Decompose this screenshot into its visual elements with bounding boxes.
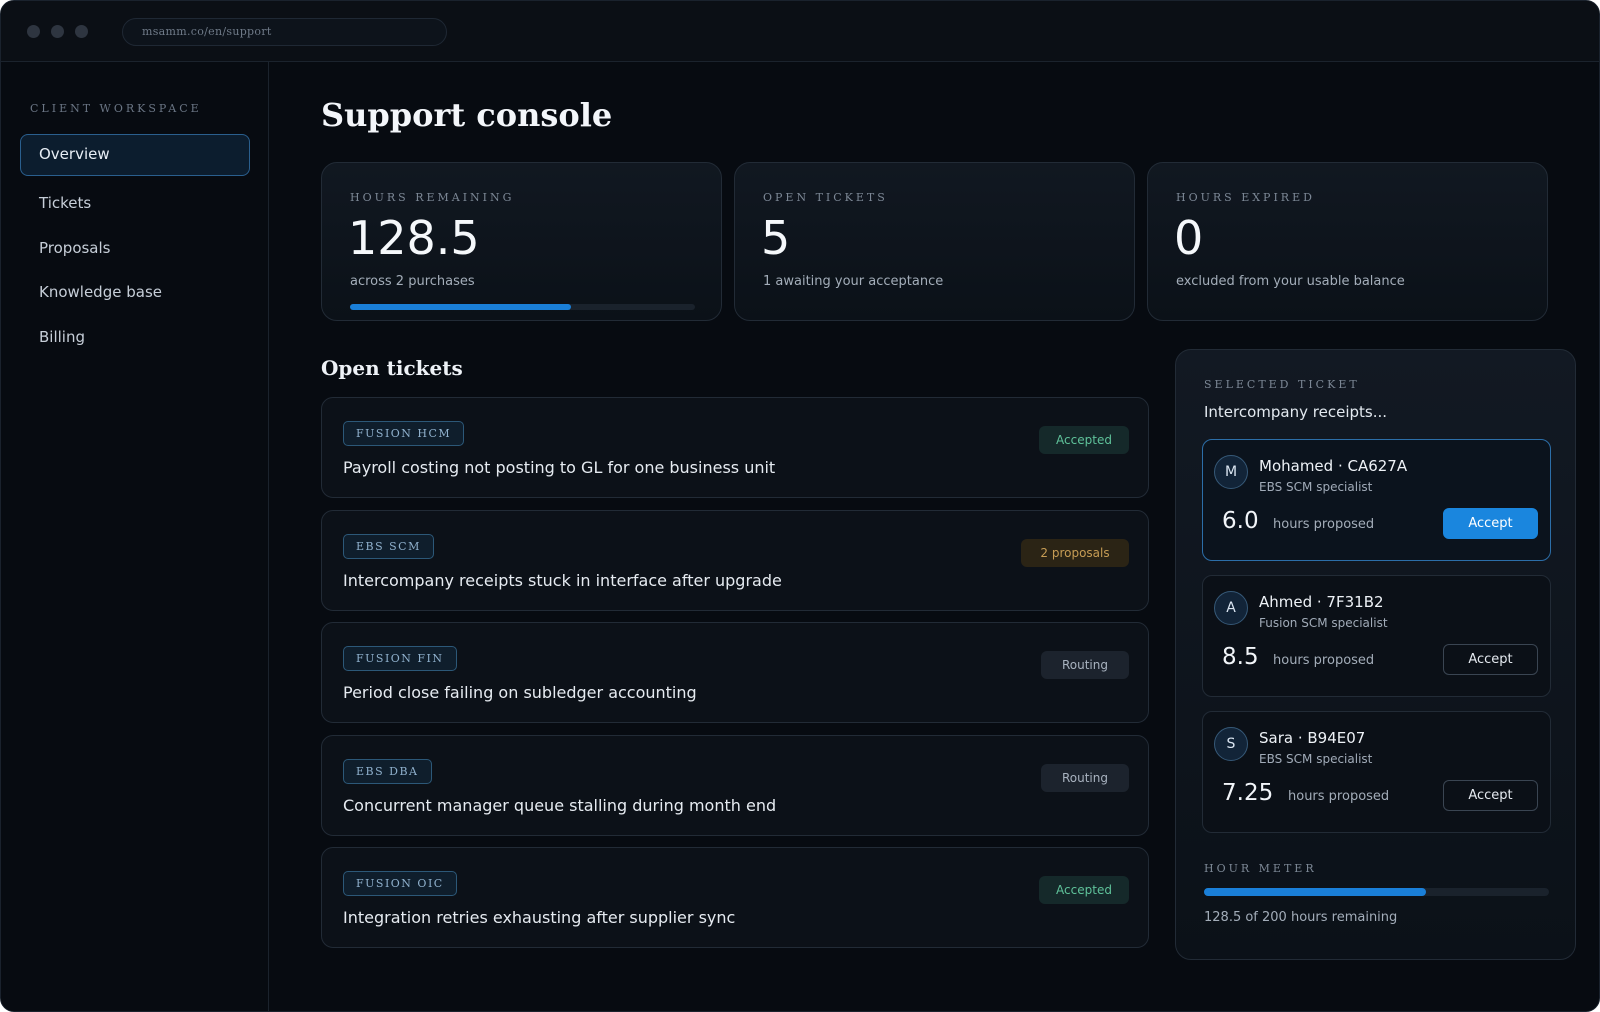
hour-meter-fill xyxy=(1204,888,1426,896)
hour-meter-text: 128.5 of 200 hours remaining xyxy=(1204,910,1398,925)
specialist-role: EBS SCM specialist xyxy=(1259,752,1373,766)
status-badge: Routing xyxy=(1041,651,1129,679)
url-bar[interactable]: msamm.co/en/support xyxy=(122,18,447,46)
ticket-product-tag: FUSION OIC xyxy=(343,871,457,896)
stat-card-open-tickets: OPEN TICKETS 5 1 awaiting your acceptanc… xyxy=(734,162,1135,321)
stat-value: 128.5 xyxy=(348,211,480,265)
ticket-card[interactable]: EBS DBA Concurrent manager queue stallin… xyxy=(321,735,1149,836)
panel-label: SELECTED TICKET xyxy=(1204,378,1360,391)
specialist-name: Mohamed · CA627A xyxy=(1259,457,1408,475)
accept-button[interactable]: Accept xyxy=(1443,644,1538,675)
stat-subtext: across 2 purchases xyxy=(350,274,475,289)
ticket-title: Period close failing on subledger accoun… xyxy=(343,683,697,702)
proposed-hours: 6.0 xyxy=(1222,508,1259,534)
app-window: msamm.co/en/support CLIENT WORKSPACE Ove… xyxy=(0,0,1600,1012)
ticket-product-tag: FUSION FIN xyxy=(343,646,457,671)
ticket-title: Intercompany receipts stuck in interface… xyxy=(343,571,782,590)
proposed-hours: 7.25 xyxy=(1222,780,1274,806)
window-close-dot[interactable] xyxy=(27,25,40,38)
status-badge: 2 proposals xyxy=(1021,539,1129,567)
stat-label: OPEN TICKETS xyxy=(763,191,888,204)
sidebar-item-billing[interactable]: Billing xyxy=(20,317,250,359)
sidebar-heading: CLIENT WORKSPACE xyxy=(30,102,202,115)
accept-button[interactable]: Accept xyxy=(1443,780,1538,811)
hours-progress-fill xyxy=(350,304,571,310)
proposed-hours-label: hours proposed xyxy=(1288,789,1390,804)
sidebar-item-proposals[interactable]: Proposals xyxy=(20,228,250,270)
avatar: A xyxy=(1214,591,1248,625)
ticket-card[interactable]: FUSION FIN Period close failing on suble… xyxy=(321,622,1149,723)
stat-value: 5 xyxy=(761,211,791,265)
sidebar: CLIENT WORKSPACE Overview Tickets Propos… xyxy=(1,62,269,1011)
avatar: M xyxy=(1214,455,1248,489)
hours-progress-bar xyxy=(350,304,695,310)
sidebar-item-knowledge-base[interactable]: Knowledge base xyxy=(20,272,250,314)
stat-card-hours-expired: HOURS EXPIRED 0 excluded from your usabl… xyxy=(1147,162,1548,321)
ticket-title: Integration retries exhausting after sup… xyxy=(343,908,736,927)
ticket-product-tag: EBS DBA xyxy=(343,759,432,784)
main-content: Support console HOURS REMAINING 128.5 ac… xyxy=(269,62,1599,1011)
sidebar-item-overview[interactable]: Overview xyxy=(20,134,250,176)
stat-card-hours-remaining: HOURS REMAINING 128.5 across 2 purchases xyxy=(321,162,722,321)
ticket-card[interactable]: EBS SCM Intercompany receipts stuck in i… xyxy=(321,510,1149,611)
stat-label: HOURS REMAINING xyxy=(350,191,515,204)
proposal-card[interactable]: A Ahmed · 7F31B2 Fusion SCM specialist 8… xyxy=(1202,575,1551,697)
ticket-title: Concurrent manager queue stalling during… xyxy=(343,796,777,815)
specialist-name: Ahmed · 7F31B2 xyxy=(1259,593,1384,611)
hour-meter-bar xyxy=(1204,888,1549,896)
open-tickets-heading: Open tickets xyxy=(321,356,463,380)
stat-subtext: 1 awaiting your acceptance xyxy=(763,274,944,289)
stat-subtext: excluded from your usable balance xyxy=(1176,274,1405,289)
browser-titlebar: msamm.co/en/support xyxy=(1,1,1599,62)
proposed-hours: 8.5 xyxy=(1222,644,1259,670)
specialist-role: EBS SCM specialist xyxy=(1259,480,1373,494)
proposal-card[interactable]: S Sara · B94E07 EBS SCM specialist 7.25 … xyxy=(1202,711,1551,833)
ticket-product-tag: FUSION HCM xyxy=(343,421,465,446)
ticket-title: Payroll costing not posting to GL for on… xyxy=(343,458,776,477)
ticket-card[interactable]: FUSION HCM Payroll costing not posting t… xyxy=(321,397,1149,498)
selected-ticket-panel: SELECTED TICKET Intercompany receipts...… xyxy=(1175,349,1576,960)
page-title: Support console xyxy=(321,96,613,134)
proposed-hours-label: hours proposed xyxy=(1273,653,1375,668)
specialist-name: Sara · B94E07 xyxy=(1259,729,1366,747)
stat-value: 0 xyxy=(1174,211,1204,265)
window-minimize-dot[interactable] xyxy=(51,25,64,38)
status-badge: Accepted xyxy=(1039,426,1129,454)
selected-ticket-subject: Intercompany receipts... xyxy=(1204,403,1388,421)
specialist-role: Fusion SCM specialist xyxy=(1259,616,1388,630)
proposed-hours-label: hours proposed xyxy=(1273,517,1375,532)
hour-meter-label: HOUR METER xyxy=(1204,862,1317,875)
proposal-card[interactable]: M Mohamed · CA627A EBS SCM specialist 6.… xyxy=(1202,439,1551,561)
avatar: S xyxy=(1214,727,1248,761)
stat-label: HOURS EXPIRED xyxy=(1176,191,1315,204)
status-badge: Routing xyxy=(1041,764,1129,792)
window-maximize-dot[interactable] xyxy=(75,25,88,38)
ticket-product-tag: EBS SCM xyxy=(343,534,434,559)
status-badge: Accepted xyxy=(1039,876,1129,904)
ticket-card[interactable]: FUSION OIC Integration retries exhaustin… xyxy=(321,847,1149,948)
accept-button[interactable]: Accept xyxy=(1443,508,1538,539)
sidebar-item-tickets[interactable]: Tickets xyxy=(20,183,250,225)
